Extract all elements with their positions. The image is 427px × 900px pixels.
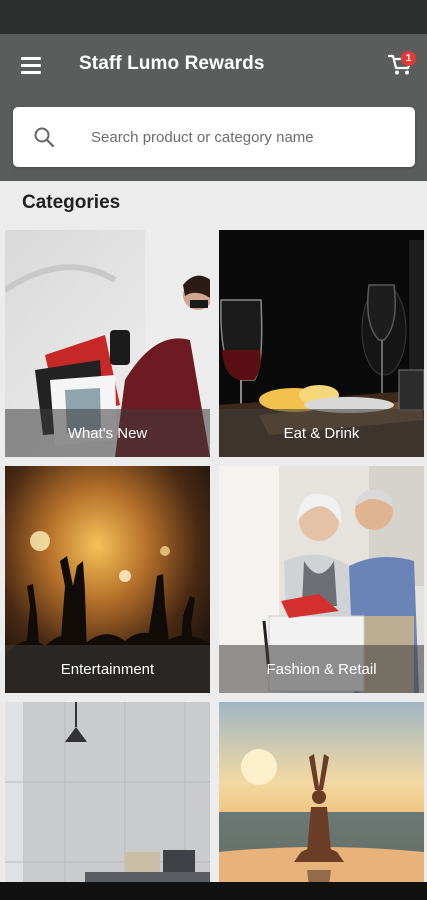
cart-count-badge: 1	[401, 51, 416, 66]
wellness-image	[219, 702, 424, 882]
app-title: Staff Lumo Rewards	[79, 53, 265, 74]
category-label: What's New	[5, 409, 210, 457]
category-tile-fashion-retail[interactable]: Fashion & Retail	[219, 466, 424, 693]
home-living-image	[5, 702, 210, 882]
search-input[interactable]	[91, 117, 401, 157]
search-icon	[34, 127, 55, 148]
category-label: Entertainment	[5, 645, 210, 693]
cart-button[interactable]: 1	[384, 48, 418, 82]
search-bar[interactable]	[13, 107, 415, 167]
category-grid: What's New Eat & Drink Entertainment Fas…	[0, 230, 427, 882]
app-header: Staff Lumo Rewards 1	[0, 34, 427, 181]
category-tile-whats-new[interactable]: What's New	[5, 230, 210, 457]
status-bar	[0, 0, 427, 34]
category-tile-eat-drink[interactable]: Eat & Drink	[219, 230, 424, 457]
category-tile-wellness[interactable]	[219, 702, 424, 882]
category-tile-home[interactable]	[5, 702, 210, 882]
hamburger-menu-icon[interactable]	[14, 48, 48, 82]
system-navigation-bar	[0, 882, 427, 900]
category-label: Fashion & Retail	[219, 645, 424, 693]
category-tile-entertainment[interactable]: Entertainment	[5, 466, 210, 693]
category-label: Eat & Drink	[219, 409, 424, 457]
categories-heading: Categories	[22, 192, 121, 213]
